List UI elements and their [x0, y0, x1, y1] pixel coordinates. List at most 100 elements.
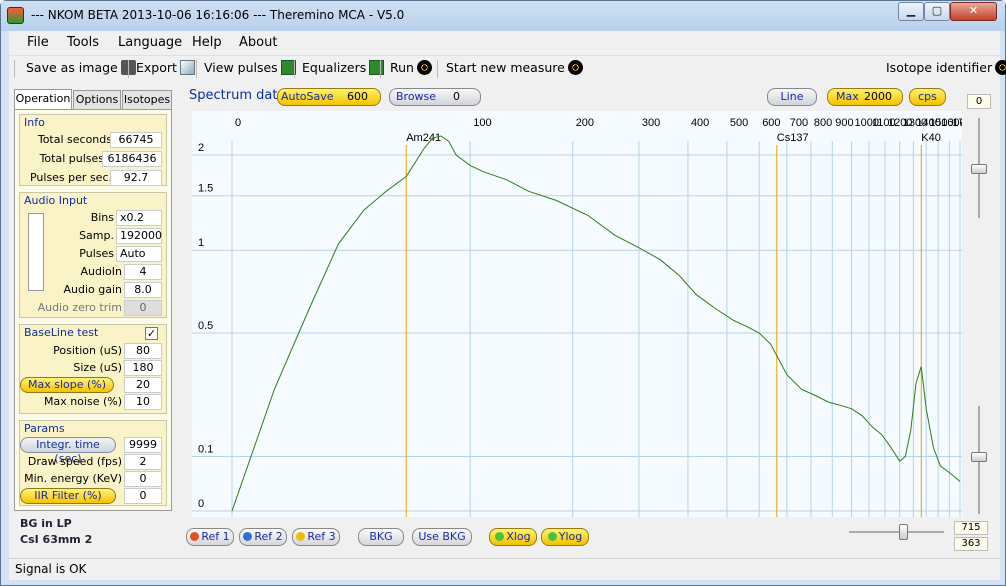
ref2-button[interactable]: Ref 2 — [239, 528, 287, 546]
spectrum-chart[interactable]: 0 100 200 300 400 500 600 700 800 900 1000 1100 1200… — [192, 111, 962, 517]
max-noise-input[interactable]: 10 — [124, 394, 162, 410]
baseline-row: Position (uS) 80 — [20, 343, 166, 359]
app-window: --- NKOM BETA 2013-10-06 16:16:06 --- Th… — [0, 0, 1006, 586]
line-button[interactable]: Line — [767, 88, 817, 106]
ref1-button[interactable]: Ref 1 — [186, 528, 234, 546]
menu-language[interactable]: Language — [118, 35, 182, 50]
y-offset-slider-thumb[interactable] — [971, 452, 987, 462]
export-button[interactable]: Export — [136, 60, 195, 75]
info-row: Total pulses 6186436 — [20, 151, 166, 167]
min-energy-label: Min. energy (KeV) — [24, 472, 122, 485]
info-group: Info Total seconds 66745 Total pulses 6186… — [19, 114, 167, 186]
pulses-per-sec-value: 92.7 — [110, 170, 162, 186]
ref2-label: Ref 2 — [254, 530, 283, 543]
max-button[interactable]: Max 2000 — [827, 88, 903, 106]
max-label: Max — [836, 90, 859, 103]
radiation-icon — [567, 60, 583, 75]
x-tick-label: 400 — [691, 117, 709, 129]
tab-isotopes[interactable]: Isotopes — [122, 90, 172, 109]
isotope-identifier-label: Isotope identifier — [886, 60, 993, 75]
audio-row: Pulses Auto — [20, 246, 166, 262]
audio-zero-trim-input[interactable]: 0 — [124, 300, 162, 316]
menu-tools[interactable]: Tools — [67, 35, 99, 50]
use-bkg-button[interactable]: Use BKG — [412, 528, 472, 546]
draw-speed-input[interactable]: 2 — [124, 454, 162, 470]
tab-options[interactable]: Options — [73, 90, 121, 109]
params-row: IIR Filter (%) 0 — [20, 488, 166, 504]
browse-button[interactable]: Browse 0 — [389, 88, 481, 106]
params-row: Draw speed (fps) 2 — [20, 454, 166, 470]
baseline-test-checkbox[interactable]: ✓ — [145, 327, 158, 340]
samp-select[interactable]: 192000 — [116, 228, 162, 244]
min-energy-input[interactable]: 0 — [124, 471, 162, 487]
audioin-input[interactable]: 4 — [124, 264, 162, 280]
total-seconds-label: Total seconds — [37, 133, 112, 146]
export-label: Export — [136, 60, 177, 75]
isotope-identifier-button[interactable]: Isotope identifier — [886, 60, 1006, 75]
close-button[interactable]: ✕ — [950, 2, 997, 21]
max-noise-label: Max noise (%) — [43, 395, 122, 408]
tab-operation[interactable]: Operation — [14, 89, 72, 110]
autosave-value: 600 — [347, 90, 368, 103]
x-tick-label: 300 — [642, 117, 660, 129]
iir-filter-button[interactable]: IIR Filter (%) — [20, 488, 116, 504]
x-zoom-slider-thumb[interactable] — [899, 524, 908, 540]
iir-filter-input[interactable]: 0 — [124, 488, 162, 504]
equalizers-button[interactable]: Equalizers — [302, 60, 385, 75]
audio-gain-input[interactable]: 8.0 — [124, 282, 162, 298]
radiation-icon — [416, 60, 432, 75]
max-slope-button[interactable]: Max slope (%) — [20, 377, 114, 393]
integr-time-input[interactable]: 9999 — [124, 437, 162, 453]
vertical-controls: 0 — [967, 94, 991, 554]
x-tick-label: 100 — [473, 117, 491, 129]
pulses-select[interactable]: Auto — [116, 246, 162, 262]
x-tick-label: 500 — [730, 117, 748, 129]
y-tick-label: 1 — [198, 237, 204, 249]
x-end-value: 363 — [954, 537, 988, 551]
ref1-label: Ref 1 — [201, 530, 230, 543]
bins-select[interactable]: x0.2 — [116, 210, 162, 226]
spectrum-data-title: Spectrum data — [189, 88, 286, 103]
isotope-marker-label: K40 — [921, 132, 941, 144]
integr-time-button[interactable]: Integr. time (sec) — [20, 437, 116, 465]
ref3-label: Ref 3 — [307, 530, 336, 543]
ref3-button[interactable]: Ref 3 — [292, 528, 340, 546]
spectrum-toolbar: Spectrum data AutoSave 600 Browse 0 Line M… — [184, 86, 974, 108]
toolbar-separator — [294, 60, 295, 78]
baseline-row: Max noise (%) 10 — [20, 394, 166, 410]
info-title: Info — [24, 116, 45, 129]
x-tick-label: 0 — [235, 117, 241, 129]
x-start-value: 715 — [954, 521, 988, 535]
menu-about[interactable]: About — [239, 35, 277, 50]
toolbar: Save as image Export View pulses Equaliz… — [9, 55, 1006, 81]
view-pulses-button[interactable]: View pulses — [204, 60, 296, 75]
x-tick-label: 700 — [790, 117, 808, 129]
y-tick-label: 0.5 — [198, 320, 213, 332]
cps-button[interactable]: cps — [909, 88, 946, 106]
position-input[interactable]: 80 — [124, 343, 162, 359]
start-new-measure-button[interactable]: Start new measure — [446, 60, 583, 75]
x-tick-label: 600 — [762, 117, 780, 129]
autosave-label: AutoSave — [281, 90, 334, 103]
maximize-button[interactable]: ▢ — [924, 2, 950, 21]
autosave-button[interactable]: AutoSave 600 — [277, 88, 381, 106]
title-bar[interactable]: --- NKOM BETA 2013-10-06 16:16:06 --- Th… — [1, 1, 1005, 31]
audio-row: Bins x0.2 — [20, 210, 166, 226]
menu-help[interactable]: Help — [192, 35, 222, 50]
size-input[interactable]: 180 — [124, 360, 162, 376]
max-slope-input[interactable]: 20 — [124, 377, 162, 393]
run-label: Run — [390, 60, 414, 75]
menu-file[interactable]: File — [27, 35, 49, 50]
bkg-button[interactable]: BKG — [358, 528, 404, 546]
browse-label: Browse — [396, 90, 437, 103]
window-title: --- NKOM BETA 2013-10-06 16:16:06 --- Th… — [31, 8, 405, 22]
save-as-image-button[interactable]: Save as image — [26, 60, 136, 75]
detector-line-2: CsI 63mm 2 — [20, 533, 93, 546]
app-icon — [7, 7, 24, 24]
xlog-button[interactable]: Xlog — [489, 528, 537, 546]
ylog-button[interactable]: Ylog — [541, 528, 589, 546]
samp-label: Samp. — [79, 229, 114, 242]
y-scale-slider-thumb[interactable] — [971, 164, 987, 174]
run-button[interactable]: Run — [390, 60, 432, 75]
minimize-button[interactable]: ▁ — [898, 2, 924, 21]
